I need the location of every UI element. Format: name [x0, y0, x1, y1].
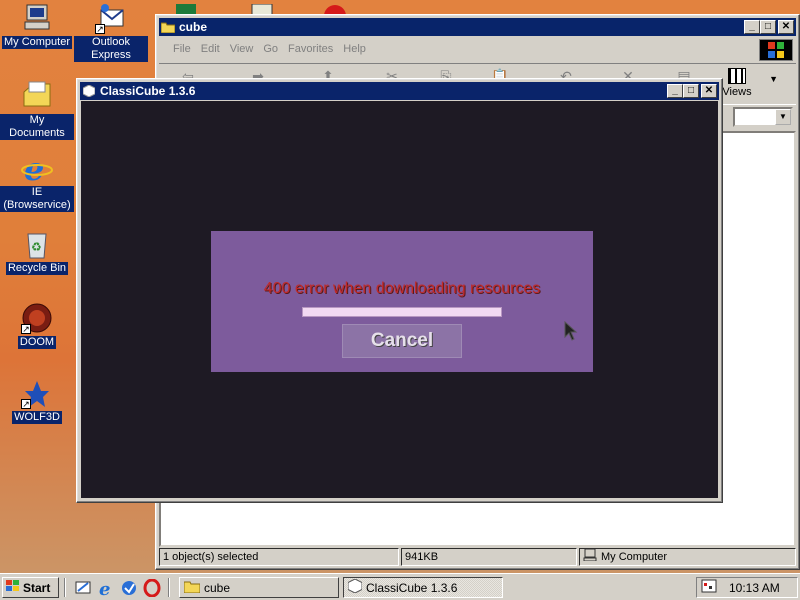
wolf3d-icon: ↗: [21, 377, 53, 409]
mouse-cursor-icon: [564, 320, 578, 341]
maximize-button[interactable]: □: [760, 20, 776, 34]
views-button[interactable]: Views: [718, 68, 756, 98]
status-selection: 1 object(s) selected: [159, 548, 399, 566]
scheduler-icon[interactable]: [701, 578, 717, 597]
start-label: Start: [23, 580, 51, 595]
desktop-icon-label: Recycle Bin: [5, 262, 69, 275]
status-size: 941KB: [401, 548, 577, 566]
menu-help[interactable]: Help: [343, 43, 366, 55]
folder-icon: [161, 20, 175, 34]
start-button[interactable]: Start: [2, 577, 59, 598]
minimize-button[interactable]: _: [667, 84, 683, 98]
svg-text:♻: ♻: [31, 240, 42, 254]
chevron-down-icon[interactable]: ▼: [775, 109, 791, 125]
system-tray: 10:13 AM: [696, 577, 798, 598]
views-dropdown-icon[interactable]: ▼: [769, 74, 778, 84]
opera-icon[interactable]: [143, 578, 161, 598]
classicube-icon: [82, 84, 96, 98]
internet-explorer-icon: e: [21, 150, 53, 188]
desktop-icon-my-computer[interactable]: My Computer: [0, 2, 74, 49]
internet-explorer-icon[interactable]: e: [97, 579, 115, 600]
status-zone-label: My Computer: [601, 551, 668, 563]
task-label: ClassiCube 1.3.6: [366, 580, 458, 595]
task-label: cube: [204, 580, 231, 595]
menu-favorites[interactable]: Favorites: [288, 43, 333, 55]
show-desktop-icon[interactable]: [74, 579, 92, 597]
explorer-titlebar[interactable]: cube _ □ ✕: [159, 18, 796, 36]
classicube-title: ClassiCube 1.3.6: [100, 84, 196, 98]
close-button[interactable]: ✕: [701, 84, 717, 98]
progress-fill: [303, 308, 501, 316]
error-message: 400 error when downloading resources: [263, 280, 541, 297]
status-zone: My Computer: [579, 548, 796, 566]
desktop-icon-doom[interactable]: ↗ DOOM: [0, 302, 74, 349]
explorer-statusbar: 1 object(s) selected 941KB My Computer: [159, 548, 796, 566]
menu-edit[interactable]: Edit: [201, 43, 220, 55]
classicube-icon: [347, 578, 363, 596]
recycle-bin-icon: ♻: [21, 228, 53, 260]
my-documents-icon: [21, 80, 53, 112]
taskbar: Start e cube ClassiCube 1.3.6 10:13 AM: [0, 573, 800, 600]
desktop-icon-outlook-express[interactable]: ↗ Outlook Express: [74, 2, 148, 62]
views-label: Views: [722, 86, 752, 98]
my-computer-icon: [21, 2, 53, 34]
menu-file[interactable]: File: [173, 43, 191, 55]
cancel-button[interactable]: Cancel: [342, 324, 462, 358]
windows-logo-icon: [6, 580, 20, 595]
clock[interactable]: 10:13 AM: [729, 581, 780, 595]
classicube-titlebar[interactable]: ClassiCube 1.3.6 _ □ ✕: [80, 82, 719, 100]
close-button[interactable]: ✕: [778, 20, 794, 34]
shortcut-arrow-icon: ↗: [21, 399, 31, 409]
task-button-cube[interactable]: cube: [179, 577, 339, 598]
download-dialog: 400 error when downloading resources Can…: [211, 231, 593, 372]
svg-text:e: e: [24, 152, 44, 184]
explorer-title: cube: [179, 20, 208, 34]
svg-text:e: e: [99, 579, 110, 597]
outlook-express-icon: ↗: [95, 2, 127, 34]
desktop-icon-wolf3d[interactable]: ↗ WOLF3D: [0, 377, 74, 424]
doom-icon: ↗: [21, 302, 53, 334]
my-computer-small-icon: [583, 548, 597, 566]
game-canvas[interactable]: 400 error when downloading resources Can…: [81, 101, 718, 498]
task-button-classicube[interactable]: ClassiCube 1.3.6: [343, 577, 503, 598]
menu-view[interactable]: View: [230, 43, 254, 55]
folder-icon: [183, 580, 201, 596]
shortcut-arrow-icon: ↗: [95, 24, 105, 34]
desktop-icon-my-documents[interactable]: My Documents: [0, 80, 74, 140]
classicube-window[interactable]: ClassiCube 1.3.6 _ □ ✕ 400 error when do…: [76, 78, 723, 503]
maximize-button[interactable]: □: [683, 84, 699, 98]
download-progress-bar: [302, 307, 502, 317]
menu-go[interactable]: Go: [263, 43, 278, 55]
windows-logo-icon: [759, 39, 793, 61]
views-icon: [728, 68, 746, 84]
outlook-express-icon[interactable]: [120, 579, 138, 597]
desktop-icon-label: Outlook Express: [74, 36, 148, 62]
desktop-icon-label: My Documents: [0, 114, 74, 140]
address-dropdown[interactable]: ▼: [733, 107, 793, 127]
explorer-menubar: File Edit View Go Favorites Help: [159, 39, 796, 59]
desktop-icon-label: IE (Browservice): [0, 186, 74, 212]
desktop-icon-recycle-bin[interactable]: ♻ Recycle Bin: [0, 228, 74, 275]
shortcut-arrow-icon: ↗: [21, 324, 31, 334]
minimize-button[interactable]: _: [744, 20, 760, 34]
desktop-icon-label: My Computer: [1, 36, 73, 49]
desktop-icon-ie[interactable]: e IE (Browservice): [0, 150, 74, 212]
desktop-icon-label: WOLF3D: [12, 411, 62, 424]
desktop-icon-label: DOOM: [17, 336, 57, 349]
